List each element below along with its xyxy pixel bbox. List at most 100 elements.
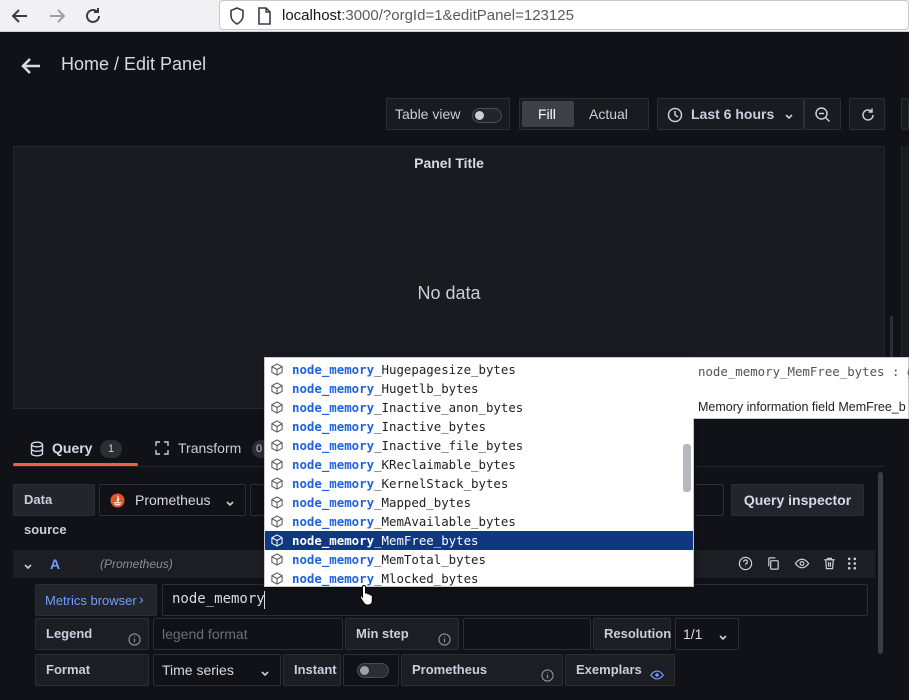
- autocomplete-item-prefix: node_memory: [292, 362, 375, 377]
- cube-icon: [270, 457, 284, 471]
- autocomplete-item[interactable]: node_memory_Hugepagesize_bytes: [265, 360, 693, 379]
- chevron-down-icon: [718, 630, 728, 646]
- zoom-out-button[interactable]: [804, 98, 841, 130]
- tab-transform[interactable]: Transform 0: [155, 430, 266, 466]
- datasource-label: Data source: [13, 484, 95, 537]
- autocomplete-item[interactable]: node_memory_MemTotal_bytes: [265, 550, 693, 569]
- collapse-chevron-icon[interactable]: [23, 559, 33, 575]
- back-arrow-icon[interactable]: [18, 51, 44, 81]
- autocomplete-item-prefix: node_memory: [292, 495, 375, 510]
- autocomplete-item-suffix: _MemTotal_bytes: [374, 552, 486, 567]
- datasource-picker[interactable]: Prometheus: [99, 484, 246, 516]
- autocomplete-item-prefix: node_memory: [292, 457, 375, 472]
- autocomplete-item[interactable]: node_memory_Inactive_anon_bytes: [265, 398, 693, 417]
- switch-knob: [360, 666, 369, 675]
- cube-icon: [270, 438, 284, 452]
- format-value: Time series: [162, 662, 234, 678]
- autocomplete-item[interactable]: node_memory_MemAvailable_bytes: [265, 512, 693, 531]
- chevron-right-icon: ›: [139, 591, 144, 607]
- resolution-value: 1/1: [683, 626, 703, 642]
- eye-icon[interactable]: [794, 556, 810, 574]
- database-icon: [30, 441, 44, 460]
- page-title: Home / Edit Panel: [61, 54, 207, 74]
- autocomplete-item-prefix: node_memory: [292, 400, 375, 415]
- switch-knob: [475, 111, 484, 120]
- browser-forward-icon[interactable]: [45, 4, 69, 28]
- table-view-switch[interactable]: [472, 108, 502, 123]
- help-icon[interactable]: [738, 556, 753, 574]
- time-range-picker[interactable]: Last 6 hours: [657, 98, 804, 130]
- actual-button[interactable]: Actual: [589, 106, 628, 122]
- url-text: localhost:3000/?orgId=1&editPanel=123125: [282, 7, 574, 24]
- drag-handle-icon[interactable]: [846, 556, 858, 574]
- metrics-browser-button[interactable]: Metrics browser ›: [35, 584, 157, 616]
- eye-icon[interactable]: [649, 663, 665, 693]
- toolbar-overflow[interactable]: [901, 98, 909, 130]
- tab-query[interactable]: Query 1: [13, 430, 138, 466]
- cube-icon: [270, 495, 284, 509]
- autocomplete-item[interactable]: node_memory_Inactive_bytes: [265, 417, 693, 436]
- info-icon[interactable]: [541, 663, 554, 693]
- query-options-edge: [694, 484, 724, 516]
- format-label: Format: [35, 654, 149, 686]
- info-icon[interactable]: [438, 627, 451, 657]
- autocomplete-item-suffix: _KReclaimable_bytes: [374, 457, 516, 472]
- browser-reload-icon[interactable]: [81, 4, 105, 28]
- shield-icon[interactable]: [228, 6, 246, 29]
- query-row-letter[interactable]: A: [50, 556, 60, 572]
- cube-icon: [270, 381, 284, 395]
- cube-icon: [270, 514, 284, 528]
- url-host: localhost: [282, 7, 342, 24]
- panel-title[interactable]: Panel Title: [14, 155, 884, 171]
- autocomplete-item[interactable]: node_memory_Hugetlb_bytes: [265, 379, 693, 398]
- autocomplete-item-prefix: node_memory: [292, 476, 375, 491]
- time-range-label: Last 6 hours: [691, 106, 775, 122]
- page-icon[interactable]: [256, 6, 272, 29]
- browser-toolbar: localhost:3000/?orgId=1&editPanel=123125: [0, 0, 909, 32]
- fill-label: Fill: [538, 106, 556, 122]
- legend-label: Legend: [35, 618, 149, 650]
- autocomplete-item[interactable]: node_memory_Mapped_bytes: [265, 493, 693, 512]
- autocomplete-item[interactable]: node_memory_Mlocked_bytes: [265, 569, 693, 586]
- trash-icon[interactable]: [822, 556, 837, 574]
- autocomplete-scrollbar[interactable]: [683, 444, 691, 492]
- resolution-select[interactable]: 1/1: [675, 618, 739, 650]
- cube-icon: [270, 476, 284, 490]
- instant-switch[interactable]: [357, 663, 389, 678]
- min-step-label: Min step: [345, 618, 459, 650]
- prometheus-label-text: Prometheus: [412, 662, 488, 677]
- autocomplete-detail-doc: Memory information field MemFree_b: [698, 400, 906, 414]
- autocomplete-list[interactable]: node_memory_Hugepagesize_bytes node_memor…: [264, 357, 694, 587]
- autocomplete-item-suffix: _Inactive_anon_bytes: [374, 400, 524, 415]
- autocomplete-item[interactable]: node_memory_KernelStack_bytes: [265, 474, 693, 493]
- autocomplete-item-prefix: node_memory: [292, 514, 375, 529]
- format-select[interactable]: Time series: [153, 654, 281, 686]
- datasource-value: Prometheus: [135, 492, 211, 508]
- query-scroll-thumb[interactable]: [878, 472, 883, 654]
- fill-button[interactable]: Fill: [522, 101, 574, 127]
- autocomplete-item[interactable]: node_memory_KReclaimable_bytes: [265, 455, 693, 474]
- min-step-input[interactable]: [463, 618, 591, 650]
- legend-input[interactable]: legend format: [153, 618, 343, 650]
- autocomplete-item[interactable]: node_memory_MemFree_bytes: [265, 531, 693, 550]
- autocomplete-item-suffix: _Mlocked_bytes: [374, 571, 479, 586]
- refresh-button[interactable]: [849, 98, 885, 130]
- browser-back-icon[interactable]: [8, 4, 32, 28]
- query-inspector-button[interactable]: Query inspector: [731, 484, 864, 516]
- autocomplete-item[interactable]: node_memory_Inactive_file_bytes: [265, 436, 693, 455]
- duplicate-query-icon[interactable]: [766, 556, 781, 574]
- url-bar[interactable]: localhost:3000/?orgId=1&editPanel=123125: [219, 0, 909, 30]
- instant-toggle[interactable]: [343, 654, 399, 686]
- autocomplete-item-suffix: _Inactive_bytes: [374, 419, 486, 434]
- autocomplete-item-prefix: node_memory: [292, 419, 375, 434]
- info-icon[interactable]: [128, 627, 141, 657]
- autocomplete-item-suffix: _MemFree_bytes: [374, 533, 479, 548]
- table-view-toggle[interactable]: Table view: [386, 98, 510, 130]
- query-field[interactable]: node_memory: [162, 584, 868, 616]
- autocomplete-item-suffix: _Mapped_bytes: [374, 495, 472, 510]
- metrics-browser-label: Metrics browser: [45, 593, 137, 608]
- autocomplete-item-prefix: node_memory: [292, 381, 375, 396]
- cube-icon: [270, 362, 284, 376]
- exemplars-label-text: Exemplars: [576, 662, 642, 677]
- query-scroll-track[interactable]: [876, 467, 886, 700]
